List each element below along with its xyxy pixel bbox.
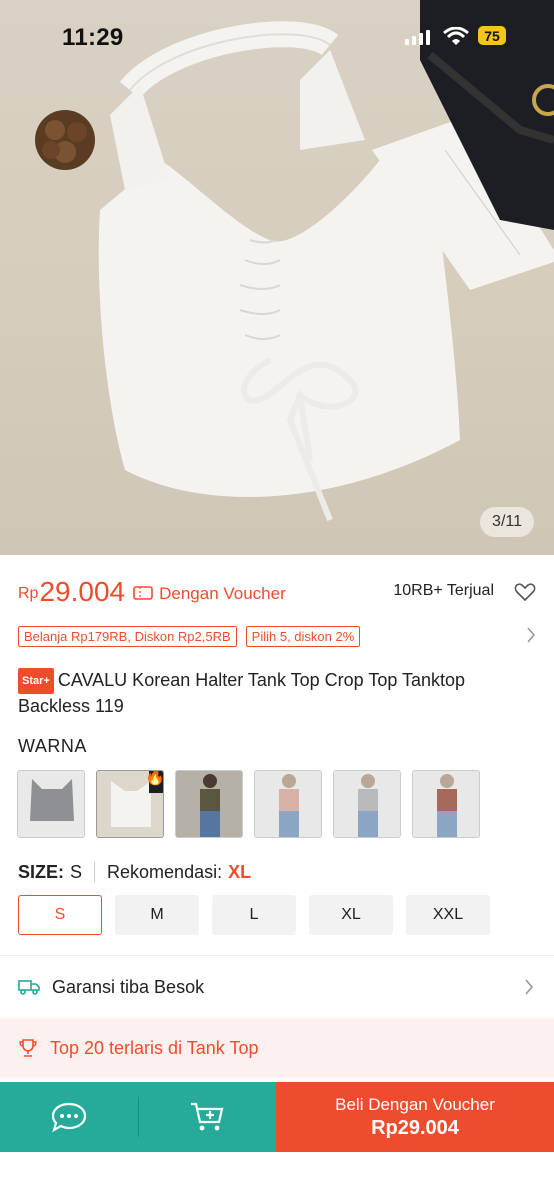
voucher-icon — [133, 586, 153, 600]
size-row: SIZE: S Rekomendasi: XL — [18, 860, 536, 884]
sold-count: 10RB+ Terjual — [393, 582, 494, 599]
product-title: Star+ CAVALU Korean Halter Tank Top Crop … — [18, 668, 536, 718]
status-bar: 11:29 75 — [0, 0, 554, 70]
product-title-text: CAVALU Korean Halter Tank Top Crop Top T… — [18, 670, 466, 716]
size-label: SIZE: — [18, 861, 65, 882]
battery-level: 75 — [484, 27, 500, 44]
size-option-s[interactable]: S — [18, 895, 102, 935]
swatch-olive[interactable] — [175, 770, 243, 838]
promo-tag: Pilih 5, diskon 2% — [245, 625, 361, 647]
buy-with-voucher-button[interactable]: Beli Dengan Voucher Rp29.004 — [276, 1082, 554, 1152]
gallery-page-indicator: 3/11 — [480, 507, 534, 537]
divider — [0, 955, 554, 956]
signal-icon — [405, 30, 430, 45]
product-photo — [35, 0, 554, 522]
bottom-action-bar: Beli Dengan Voucher Rp29.004 — [0, 1082, 554, 1152]
promo-row[interactable]: Belanja Rp179RB, Diskon Rp2,5RB Pilih 5,… — [18, 624, 536, 648]
add-to-cart-icon — [191, 1102, 224, 1131]
size-option-m[interactable]: M — [115, 895, 199, 935]
promo-tag: Belanja Rp179RB, Diskon Rp2,5RB — [18, 625, 237, 647]
shipping-guarantee-row[interactable]: Garansi tiba Besok — [0, 958, 554, 1016]
size-options: S M L XL XXL — [18, 895, 490, 935]
swatch-pink[interactable] — [254, 770, 322, 838]
chat-button[interactable] — [0, 1082, 138, 1152]
swatch-grey-2[interactable] — [333, 770, 401, 838]
shipping-label: Garansi tiba Besok — [52, 976, 205, 997]
price-currency: Rp — [18, 585, 39, 602]
price-value: 29.004 — [39, 576, 126, 607]
swatch-white[interactable]: 🔥 — [96, 770, 164, 838]
size-option-l[interactable]: L — [212, 895, 296, 935]
battery-icon: 75 — [478, 26, 506, 45]
swatch-brown[interactable] — [412, 770, 480, 838]
wifi-icon — [443, 27, 469, 45]
buy-price: Rp29.004 — [371, 1116, 459, 1139]
buy-label: Beli Dengan Voucher — [335, 1094, 495, 1114]
size-option-xl[interactable]: XL — [309, 895, 393, 935]
recommendation-label: Rekomendasi: — [107, 861, 223, 882]
swatch-grey[interactable] — [17, 770, 85, 838]
recommendation-value: XL — [228, 861, 252, 882]
price-row: Rp 29.004 Dengan Voucher 10RB+ Terjual — [18, 574, 536, 610]
heart-icon[interactable] — [514, 582, 536, 602]
voucher-label[interactable]: Dengan Voucher — [159, 584, 286, 604]
size-option-xxl[interactable]: XXL — [406, 895, 490, 935]
product-image-gallery[interactable]: 11:29 75 3/11 — [0, 0, 554, 555]
status-time: 11:29 — [62, 24, 124, 51]
chevron-right-icon[interactable] — [526, 626, 536, 644]
variant-swatches: 🔥 — [17, 770, 480, 838]
ranking-row[interactable]: Top 20 terlaris di Tank Top — [0, 1018, 554, 1078]
star-plus-badge: Star+ — [18, 668, 54, 694]
ranking-label: Top 20 terlaris di Tank Top — [50, 1037, 259, 1058]
fire-icon: 🔥 — [145, 770, 164, 786]
truck-icon — [18, 980, 40, 995]
chat-icon — [51, 1102, 87, 1133]
trophy-icon — [19, 1039, 37, 1057]
variant-heading: WARNA — [18, 736, 87, 756]
size-selected: S — [70, 861, 83, 882]
chevron-right-icon — [525, 979, 534, 995]
add-to-cart-button[interactable] — [138, 1082, 276, 1152]
